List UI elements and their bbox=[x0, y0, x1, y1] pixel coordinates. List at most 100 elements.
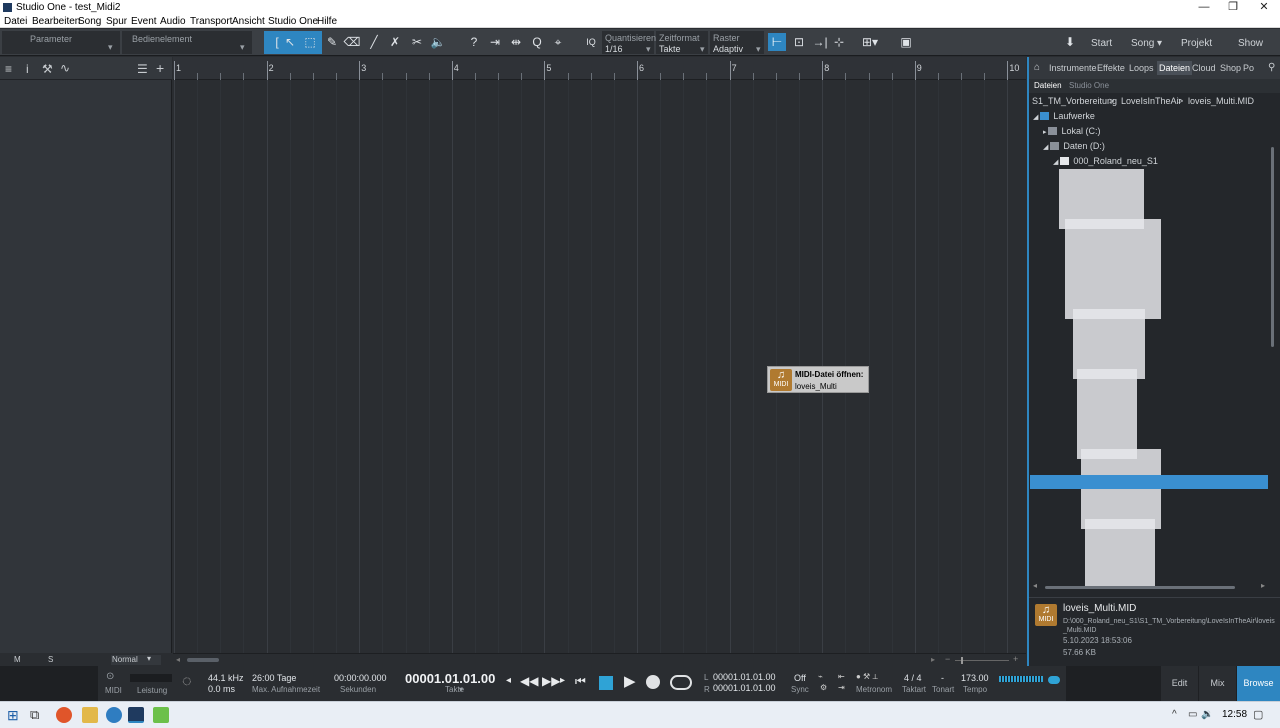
control-field[interactable]: Bedienelement ▾ bbox=[122, 31, 252, 54]
breadcrumb-item[interactable]: S1_TM_Vorbereitung bbox=[1032, 96, 1117, 106]
task-view-icon[interactable]: ⧉ bbox=[30, 707, 39, 723]
tempo-value[interactable]: 173.00 bbox=[961, 673, 989, 683]
arrow-tool-icon[interactable]: ↖ bbox=[281, 33, 299, 51]
listen-tool-icon[interactable]: 🔈 bbox=[429, 33, 447, 51]
play-icon[interactable]: ▶ bbox=[624, 672, 636, 690]
loop-start[interactable]: 00001.01.01.00 bbox=[713, 672, 776, 682]
seconds-display[interactable]: 00:00:00.000 bbox=[334, 673, 387, 683]
page-mix-button[interactable]: Mix bbox=[1199, 666, 1236, 701]
loop-icon[interactable] bbox=[670, 675, 692, 690]
mute-tool-icon[interactable]: ✗ bbox=[386, 33, 404, 51]
snap-cursor-icon[interactable]: →| bbox=[811, 33, 829, 51]
menu-event[interactable]: Event bbox=[131, 16, 157, 27]
loop-end[interactable]: 00001.01.01.00 bbox=[713, 683, 776, 693]
autoscroll-icon[interactable]: ⇥ bbox=[486, 33, 504, 51]
zoom-in-icon[interactable]: + bbox=[1013, 654, 1018, 664]
settings-icon[interactable]: ⚙ bbox=[820, 683, 827, 692]
arrange-view[interactable]: 1 2 3 4 5 6 7 8 9 10 ◂ ▸ − + bbox=[173, 57, 1026, 666]
snap-toggle-icon[interactable]: ⊢ bbox=[768, 33, 786, 51]
menu-bearbeiten[interactable]: Bearbeiten bbox=[32, 16, 80, 27]
download-icon[interactable]: ⬇ bbox=[1061, 33, 1079, 51]
paint-tool-icon[interactable]: ╱ bbox=[365, 33, 383, 51]
menu-transport[interactable]: Transport bbox=[190, 16, 232, 27]
page-edit-button[interactable]: Edit bbox=[1161, 666, 1198, 701]
rewind-icon[interactable]: ◀◀ bbox=[520, 674, 538, 688]
tree-item-drive-c[interactable]: ▸ Lokal (C:) bbox=[1043, 126, 1100, 136]
tab-dateien[interactable]: Dateien bbox=[1157, 61, 1193, 75]
search-icon[interactable]: ⚲ bbox=[1268, 62, 1275, 73]
split-tool-icon[interactable]: ✂ bbox=[408, 33, 426, 51]
firefox-icon[interactable] bbox=[56, 707, 72, 723]
restore-button[interactable]: ❐ bbox=[1217, 0, 1249, 15]
punch-icon[interactable]: ⇤ bbox=[838, 672, 845, 681]
page-browse-button[interactable]: Browse bbox=[1237, 666, 1280, 701]
follow-icon[interactable]: ⇹ bbox=[507, 33, 525, 51]
zoom-slider-handle[interactable] bbox=[961, 657, 963, 664]
nav-start-button[interactable]: Start bbox=[1091, 38, 1112, 49]
record-icon[interactable] bbox=[646, 675, 660, 689]
volume-icon[interactable]: 🔉 bbox=[1201, 709, 1213, 720]
menu-datei[interactable]: Datei bbox=[4, 16, 27, 27]
prev-marker-icon[interactable]: ◂ bbox=[506, 675, 511, 686]
parameter-field[interactable]: Parameter ▾ bbox=[2, 31, 120, 54]
grid-select[interactable]: Raster Adaptiv ▾ bbox=[710, 31, 764, 54]
scroll-thumb[interactable] bbox=[1045, 586, 1235, 589]
network-icon[interactable]: ▭ bbox=[1188, 709, 1197, 720]
menu-hilfe[interactable]: Hilfe bbox=[317, 16, 337, 27]
app-icon[interactable] bbox=[153, 707, 169, 723]
key-value[interactable]: - bbox=[941, 673, 944, 683]
menu-song[interactable]: Song bbox=[78, 16, 101, 27]
subtab-studio-one[interactable]: Studio One bbox=[1069, 81, 1109, 90]
file-tree[interactable]: ◢ Laufwerke ▸ Lokal (C:) ◢ Daten (D:) ◢ … bbox=[1029, 109, 1269, 589]
wrench-icon[interactable]: ⚒ bbox=[42, 62, 53, 76]
menu-spur[interactable]: Spur bbox=[106, 16, 127, 27]
horizontal-scrollbar[interactable]: ◂ ▸ − + bbox=[173, 653, 1026, 666]
iq-button[interactable]: IQ bbox=[582, 33, 600, 51]
zoom-slider[interactable] bbox=[955, 660, 1009, 661]
return-to-zero-icon[interactable]: ⏮ bbox=[575, 674, 586, 689]
eraser-tool-icon[interactable]: ⌫ bbox=[343, 33, 361, 51]
position-display[interactable]: 00001.01.01.00 bbox=[405, 671, 495, 686]
output-toggle-icon[interactable] bbox=[1048, 676, 1060, 684]
automation-icon[interactable]: ∿ bbox=[60, 61, 70, 75]
studio-one-taskbar-icon[interactable] bbox=[128, 707, 144, 723]
scroll-left-icon[interactable]: ◂ bbox=[1033, 581, 1037, 590]
tray-chevron-icon[interactable]: ^ bbox=[1172, 709, 1177, 720]
sync-value[interactable]: Off bbox=[794, 673, 806, 683]
clock[interactable]: 12:58 bbox=[1222, 709, 1247, 720]
quantize-select[interactable]: Quantisieren 1/16 ▾ bbox=[602, 31, 656, 54]
precount-icon[interactable]: ⌁ bbox=[818, 672, 823, 681]
timeformat-select[interactable]: Zeitformat Takte ▾ bbox=[656, 31, 708, 54]
tab-loops[interactable]: Loops bbox=[1129, 63, 1154, 73]
add-track-icon[interactable]: + bbox=[156, 60, 164, 76]
fast-forward-icon[interactable]: ▶▶ bbox=[542, 674, 560, 688]
stop-icon[interactable] bbox=[599, 676, 613, 690]
notification-icon[interactable]: ▢ bbox=[1253, 708, 1263, 721]
nav-song-button[interactable]: Song bbox=[1131, 38, 1154, 49]
breadcrumb-item[interactable]: LoveIsInTheAir bbox=[1121, 96, 1182, 106]
selected-tree-row[interactable] bbox=[1030, 475, 1268, 489]
zoom-out-icon[interactable]: − bbox=[945, 654, 950, 664]
help-icon[interactable]: ? bbox=[465, 33, 483, 51]
time-signature[interactable]: 4 / 4 bbox=[904, 673, 922, 683]
scroll-thumb[interactable] bbox=[187, 658, 219, 662]
snap-icon[interactable]: ⌖ bbox=[549, 33, 567, 51]
nav-show-button[interactable]: Show bbox=[1238, 38, 1263, 49]
menu-studio-one[interactable]: Studio One bbox=[268, 16, 318, 27]
tab-effekte[interactable]: Effekte bbox=[1097, 63, 1125, 73]
menu-icon[interactable]: ≡ bbox=[5, 62, 12, 76]
breadcrumb-item[interactable]: loveis_Multi.MID bbox=[1188, 96, 1254, 106]
scroll-right-icon[interactable]: ▸ bbox=[931, 655, 935, 664]
scroll-right-icon[interactable]: ▸ bbox=[1261, 581, 1265, 590]
timeline-ruler[interactable]: 1 2 3 4 5 6 7 8 9 10 bbox=[173, 57, 1026, 80]
tab-pool[interactable]: Po bbox=[1243, 63, 1254, 73]
nav-project-button[interactable]: Projekt bbox=[1181, 38, 1212, 49]
snap-event-icon[interactable]: ⊡ bbox=[790, 33, 808, 51]
tab-shop[interactable]: Shop bbox=[1220, 63, 1241, 73]
scroll-left-icon[interactable]: ◂ bbox=[176, 655, 180, 664]
snap-grid-icon[interactable]: ⊹ bbox=[830, 33, 848, 51]
tree-item-drive-d[interactable]: ◢ Daten (D:) bbox=[1043, 141, 1105, 151]
menu-ansicht[interactable]: Ansicht bbox=[232, 16, 265, 27]
edge-icon[interactable] bbox=[106, 707, 122, 723]
pencil-tool-icon[interactable]: ✎ bbox=[323, 33, 341, 51]
